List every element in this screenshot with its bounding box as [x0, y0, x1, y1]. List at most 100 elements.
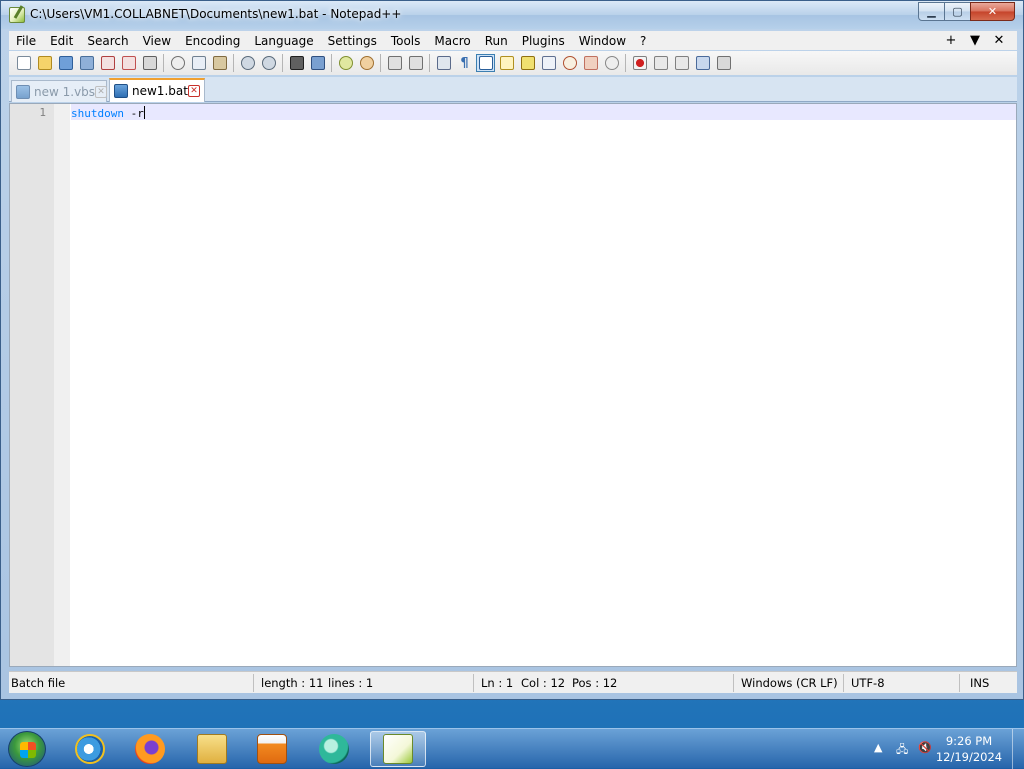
- zoom-out-icon[interactable]: [357, 54, 376, 72]
- close-icon[interactable]: [98, 54, 117, 72]
- menu-window[interactable]: Window: [572, 34, 633, 48]
- menu-settings[interactable]: Settings: [321, 34, 384, 48]
- app-icon[interactable]: [306, 731, 362, 767]
- editor-area[interactable]: 1 shutdown -r: [9, 103, 1017, 667]
- start-button[interactable]: [8, 731, 46, 767]
- new-file-icon[interactable]: [14, 54, 33, 72]
- status-divider: [253, 674, 254, 692]
- notepadpp-icon[interactable]: [370, 731, 426, 767]
- window-title: C:\Users\VM1.COLLABNET\Documents\new1.ba…: [30, 7, 402, 21]
- menu-macro[interactable]: Macro: [427, 34, 477, 48]
- cut-icon[interactable]: [168, 54, 187, 72]
- undo-icon[interactable]: [238, 54, 257, 72]
- toolbar: ¶: [9, 51, 1017, 75]
- menu-tools[interactable]: Tools: [384, 34, 428, 48]
- minimize-button[interactable]: ▁: [918, 2, 945, 21]
- toolbar-divider: [331, 54, 332, 72]
- close-all-icon[interactable]: [119, 54, 138, 72]
- stop-macro-icon[interactable]: [651, 54, 670, 72]
- media-player-icon[interactable]: [244, 731, 300, 767]
- show-desktop-button[interactable]: [1012, 729, 1024, 769]
- save-all-icon[interactable]: [77, 54, 96, 72]
- redo-icon[interactable]: [259, 54, 278, 72]
- indent-guide-icon[interactable]: [476, 54, 495, 72]
- show-hidden-icons-icon[interactable]: ▲: [874, 741, 888, 755]
- menu-search[interactable]: Search: [80, 34, 135, 48]
- line-number-gutter: 1: [10, 104, 70, 666]
- media-glyph: [257, 734, 287, 764]
- doc-map-icon[interactable]: [518, 54, 537, 72]
- show-all-chars-icon[interactable]: ¶: [455, 54, 474, 72]
- replace-icon[interactable]: [308, 54, 327, 72]
- user-language-icon[interactable]: [497, 54, 516, 72]
- status-col: Col : 12: [521, 676, 566, 690]
- tab-list-icon[interactable]: ▼: [963, 33, 987, 48]
- menu-encoding[interactable]: Encoding: [178, 34, 247, 48]
- tab-new1-bat[interactable]: new1.bat ✕: [109, 78, 205, 102]
- new-tab-icon[interactable]: +: [939, 33, 963, 48]
- volume-muted-icon[interactable]: 🔇: [918, 741, 932, 755]
- toolbar-divider: [163, 54, 164, 72]
- menu-edit[interactable]: Edit: [43, 34, 80, 48]
- clock-date: 12/19/2024: [935, 750, 1003, 764]
- status-insert-mode[interactable]: INS: [970, 676, 989, 690]
- toolbar-divider: [380, 54, 381, 72]
- network-icon[interactable]: 🖧: [896, 741, 910, 756]
- status-eol[interactable]: Windows (CR LF): [741, 676, 838, 690]
- paste-icon[interactable]: [210, 54, 229, 72]
- folder-workspace-icon[interactable]: [560, 54, 579, 72]
- clock-time: 9:26 PM: [945, 734, 993, 748]
- status-encoding[interactable]: UTF-8: [851, 676, 885, 690]
- close-doc-icon[interactable]: ✕: [987, 33, 1011, 48]
- run-macro-multiple-icon[interactable]: [693, 54, 712, 72]
- sync-horizontal-icon[interactable]: [406, 54, 425, 72]
- file-explorer-icon[interactable]: [184, 731, 240, 767]
- save-state-icon: [114, 84, 128, 98]
- toolbar-divider: [282, 54, 283, 72]
- menu-file[interactable]: File: [9, 34, 43, 48]
- zoom-in-icon[interactable]: [336, 54, 355, 72]
- sync-vertical-icon[interactable]: [385, 54, 404, 72]
- word-wrap-icon[interactable]: [434, 54, 453, 72]
- print-icon[interactable]: [140, 54, 159, 72]
- tab-close-icon[interactable]: ✕: [188, 85, 200, 97]
- menu-run[interactable]: Run: [478, 34, 515, 48]
- status-bar: Batch file length : 11 lines : 1 Ln : 1 …: [9, 671, 1017, 693]
- record-macro-icon[interactable]: [630, 54, 649, 72]
- tab-new-1-vbs[interactable]: new 1.vbs ✕: [11, 80, 108, 102]
- ie-glyph: [75, 734, 105, 764]
- toolbar-divider: [625, 54, 626, 72]
- title-bar[interactable]: C:\Users\VM1.COLLABNET\Documents\new1.ba…: [1, 1, 1023, 29]
- tab-close-icon[interactable]: ✕: [95, 85, 108, 98]
- taskbar: ▲ 🖧 🔇 9:26 PM 12/19/2024: [0, 728, 1024, 769]
- menu-language[interactable]: Language: [247, 34, 320, 48]
- notepadpp-app-icon[interactable]: [9, 7, 25, 23]
- menu-bar: File Edit Search View Encoding Language …: [9, 31, 1017, 50]
- open-file-icon[interactable]: [35, 54, 54, 72]
- menu-view[interactable]: View: [136, 34, 178, 48]
- menu-help[interactable]: ?: [633, 34, 653, 48]
- app-glyph: [319, 734, 349, 764]
- internet-explorer-icon[interactable]: [62, 731, 118, 767]
- eye-icon[interactable]: [602, 54, 621, 72]
- menu-plugins[interactable]: Plugins: [515, 34, 572, 48]
- copy-icon[interactable]: [189, 54, 208, 72]
- tab-label: new1.bat: [132, 84, 188, 98]
- monitoring-icon[interactable]: [581, 54, 600, 72]
- code-line[interactable]: shutdown -r: [71, 106, 145, 120]
- clock[interactable]: 9:26 PM 12/19/2024: [934, 733, 1004, 765]
- firefox-icon[interactable]: [122, 731, 178, 767]
- maximize-button[interactable]: ▢: [944, 2, 971, 21]
- play-macro-icon[interactable]: [672, 54, 691, 72]
- close-button[interactable]: ✕: [970, 2, 1015, 21]
- notepadpp-glyph: [383, 734, 413, 764]
- status-divider: [959, 674, 960, 692]
- find-icon[interactable]: [287, 54, 306, 72]
- status-divider: [733, 674, 734, 692]
- save-macro-icon[interactable]: [714, 54, 733, 72]
- status-lines: lines : 1: [328, 676, 374, 690]
- line-number: 1: [39, 106, 46, 119]
- save-icon[interactable]: [56, 54, 75, 72]
- function-list-icon[interactable]: [539, 54, 558, 72]
- toolbar-divider: [429, 54, 430, 72]
